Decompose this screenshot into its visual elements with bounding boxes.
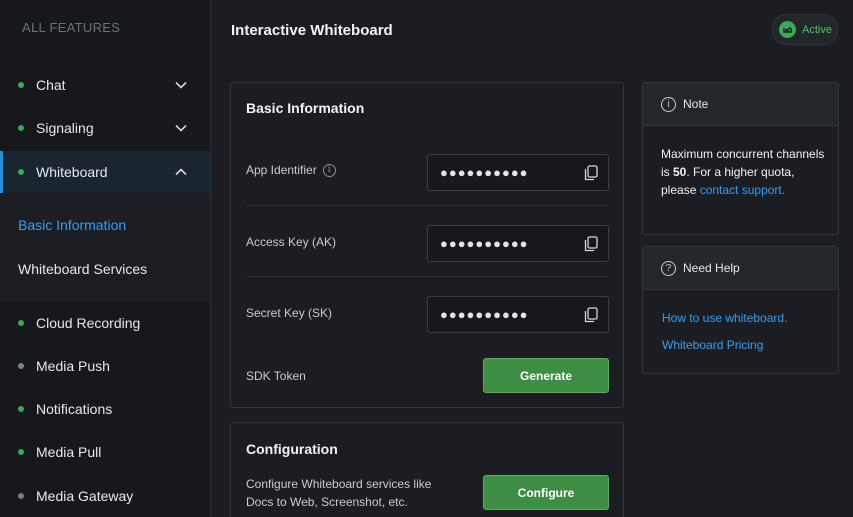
status-dot: [18, 406, 24, 412]
access-key-label: Access Key (AK): [246, 235, 337, 249]
card-title: Configuration: [246, 441, 338, 457]
sidebar-item-media-gateway[interactable]: Media Gateway: [0, 475, 210, 517]
sidebar-item-media-push[interactable]: Media Push: [0, 345, 210, 387]
note-panel: i Note Maximum concurrent channels is 50…: [642, 82, 839, 235]
status-dot: [18, 449, 24, 455]
max-channels-value: 50: [673, 165, 687, 179]
configuration-description: Configure Whiteboard services like Docs …: [246, 477, 432, 509]
configuration-card: Configuration Configure Whiteboard servi…: [230, 422, 624, 517]
copy-icon[interactable]: [584, 236, 598, 252]
masked-value: ●●●●●●●●●●: [440, 307, 529, 322]
whiteboard-submenu: Basic Information Whiteboard Services: [0, 193, 210, 301]
sidebar-item-signaling[interactable]: Signaling: [0, 107, 210, 149]
masked-value: ●●●●●●●●●●: [440, 236, 529, 251]
chevron-down-icon[interactable]: [174, 121, 188, 135]
info-icon: i: [661, 96, 676, 112]
sidebar-item-label: Media Push: [36, 358, 110, 374]
submenu-item-basic-information[interactable]: Basic Information: [18, 217, 126, 233]
sidebar-item-chat[interactable]: Chat: [0, 64, 210, 106]
status-badge: Active: [772, 14, 838, 45]
status-label: Active: [802, 23, 832, 36]
divider: [246, 276, 608, 277]
status-dot: [18, 169, 24, 175]
need-help-panel: ? Need Help How to use whiteboard. White…: [642, 246, 839, 374]
sidebar-header: ALL FEATURES: [22, 20, 121, 35]
masked-value: ●●●●●●●●●●: [440, 165, 529, 180]
chevron-down-icon[interactable]: [174, 78, 188, 92]
sidebar-item-notifications[interactable]: Notifications: [0, 388, 210, 430]
contact-support-link[interactable]: contact support.: [700, 183, 785, 197]
status-dot: [18, 125, 24, 131]
status-dot: [18, 82, 24, 88]
configure-button[interactable]: Configure: [483, 475, 609, 510]
panel-title: Note: [683, 97, 709, 111]
field-label-text: App Identifier: [246, 163, 317, 177]
sidebar: ALL FEATURES Chat Signaling Whiteboard B…: [0, 0, 211, 517]
sidebar-item-label: Whiteboard: [36, 164, 108, 180]
generate-button[interactable]: Generate: [483, 358, 609, 393]
submenu-item-whiteboard-services[interactable]: Whiteboard Services: [18, 261, 147, 277]
sidebar-item-label: Cloud Recording: [36, 315, 141, 331]
sidebar-item-label: Chat: [36, 77, 66, 93]
copy-icon[interactable]: [584, 307, 598, 323]
copy-icon[interactable]: [584, 165, 598, 181]
sidebar-item-label: Signaling: [36, 120, 94, 136]
basic-information-card: Basic Information App Identifier i ●●●●●…: [230, 82, 624, 408]
info-icon[interactable]: i: [322, 163, 336, 177]
sidebar-item-label: Media Pull: [36, 444, 102, 460]
sidebar-item-whiteboard[interactable]: Whiteboard: [0, 151, 210, 193]
app-identifier-label: App Identifier i: [246, 163, 336, 177]
access-key-field[interactable]: ●●●●●●●●●●: [427, 225, 609, 262]
panel-header: ? Need Help: [643, 247, 838, 290]
check-circle-icon: [779, 21, 796, 38]
note-text: Maximum concurrent channels is 50. For a…: [661, 145, 831, 199]
status-dot: [18, 320, 24, 326]
status-dot: [18, 363, 24, 369]
panel-header: i Note: [643, 83, 838, 126]
sidebar-item-label: Notifications: [36, 401, 113, 417]
secret-key-label: Secret Key (SK): [246, 306, 333, 320]
secret-key-field[interactable]: ●●●●●●●●●●: [427, 296, 609, 333]
card-title: Basic Information: [246, 100, 365, 116]
chevron-up-icon[interactable]: [174, 165, 188, 179]
help-link-how-to-use[interactable]: How to use whiteboard.: [662, 311, 787, 325]
divider: [246, 205, 608, 206]
help-link-pricing[interactable]: Whiteboard Pricing: [662, 338, 763, 352]
panel-title: Need Help: [683, 261, 740, 275]
app-identifier-field[interactable]: ●●●●●●●●●●: [427, 154, 609, 191]
sidebar-item-label: Media Gateway: [36, 488, 134, 504]
question-icon: ?: [661, 260, 676, 276]
status-dot: [18, 493, 24, 499]
sidebar-item-media-pull[interactable]: Media Pull: [0, 431, 210, 473]
sidebar-item-cloud-recording[interactable]: Cloud Recording: [0, 302, 210, 344]
page-title: Interactive Whiteboard: [231, 22, 393, 39]
sdk-token-label: SDK Token: [246, 369, 306, 383]
